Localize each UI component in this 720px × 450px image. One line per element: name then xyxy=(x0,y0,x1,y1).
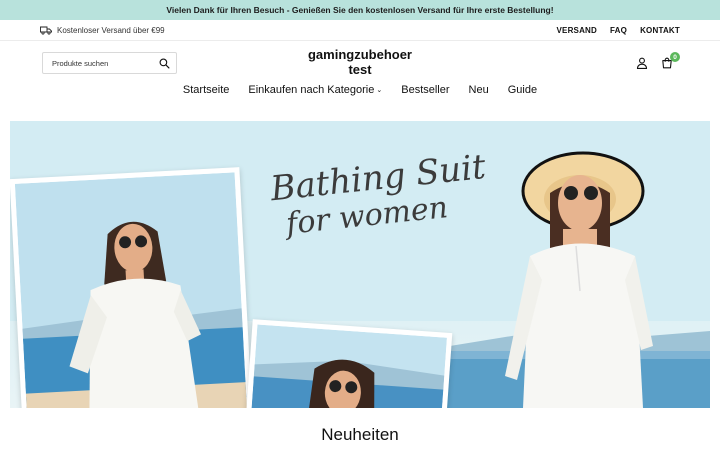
account-icon[interactable] xyxy=(636,57,648,69)
hero-banner[interactable]: Bathing Suit for women xyxy=(10,121,710,408)
top-bar: Kostenloser Versand über €99 VERSAND FAQ… xyxy=(0,20,720,41)
shipping-info: Kostenloser Versand über €99 xyxy=(40,26,165,35)
nav-item-startseite[interactable]: Startseite xyxy=(183,84,229,96)
model-photo-left xyxy=(14,172,248,408)
link-faq[interactable]: FAQ xyxy=(610,26,627,35)
model-figure-right xyxy=(505,151,653,408)
cart-count-badge: 0 xyxy=(670,52,680,62)
announcement-bar: Vielen Dank für Ihren Besuch - Genießen … xyxy=(0,0,720,20)
model-photo-middle xyxy=(249,324,447,408)
nav-item-neu[interactable]: Neu xyxy=(469,84,489,96)
section-title-neuheiten: Neuheiten xyxy=(321,425,399,444)
truck-icon xyxy=(40,26,52,35)
photo-card-middle xyxy=(243,319,453,408)
search-box xyxy=(42,52,177,74)
link-versand[interactable]: VERSAND xyxy=(557,26,598,35)
main-nav: Startseite Einkaufen nach Kategorie ⌄ Bes… xyxy=(0,84,720,96)
nav-item-guide[interactable]: Guide xyxy=(508,84,537,96)
nav-item-kategorie[interactable]: Einkaufen nach Kategorie ⌄ xyxy=(248,84,382,96)
logo-line1: gamingzubehoer xyxy=(307,47,412,62)
nav-item-bestseller[interactable]: Bestseller xyxy=(401,84,449,96)
top-links: VERSAND FAQ KONTAKT xyxy=(557,26,681,35)
photo-card-left xyxy=(10,167,253,408)
search-input[interactable] xyxy=(52,58,152,68)
announcement-text: Vielen Dank für Ihren Besuch - Genießen … xyxy=(166,5,554,15)
chevron-down-icon: ⌄ xyxy=(376,87,383,94)
logo-line2: test xyxy=(348,62,372,77)
nav-item-kategorie-label: Einkaufen nach Kategorie xyxy=(248,84,375,96)
search-icon[interactable] xyxy=(159,58,170,69)
link-kontakt[interactable]: KONTAKT xyxy=(640,26,680,35)
site-logo[interactable]: gamingzubehoer test xyxy=(300,47,420,77)
shipping-text: Kostenloser Versand über €99 xyxy=(57,25,165,35)
